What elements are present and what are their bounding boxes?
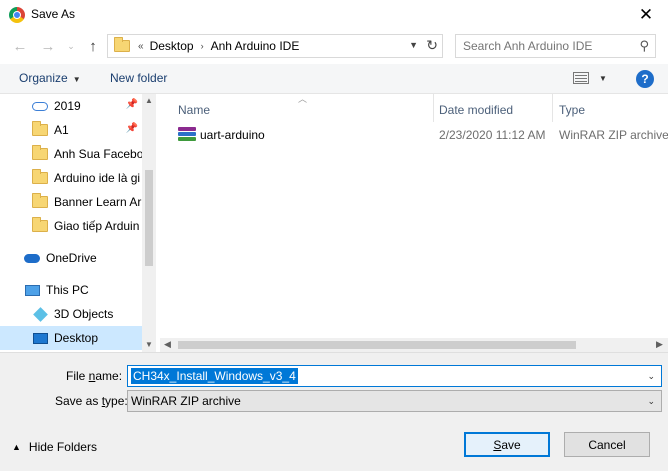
file-list: ︿ Name Date modified Type uart-arduino 2… bbox=[160, 94, 668, 352]
winrar-archive-icon bbox=[178, 127, 196, 143]
command-bar: Organize ▼ New folder ▼ ? bbox=[0, 64, 668, 94]
search-box[interactable]: ⚲ bbox=[455, 34, 656, 58]
recent-locations-icon[interactable]: ⌄ bbox=[60, 36, 82, 56]
onedrive-icon bbox=[24, 250, 40, 266]
refresh-icon[interactable]: ↻ bbox=[426, 37, 438, 54]
file-type: WinRAR ZIP archive bbox=[559, 128, 668, 142]
forward-icon[interactable]: → bbox=[37, 36, 59, 56]
folder-icon bbox=[32, 217, 48, 234]
new-folder-button[interactable]: New folder bbox=[110, 71, 167, 85]
scroll-left-icon[interactable]: ◀ bbox=[164, 339, 171, 350]
help-icon[interactable]: ? bbox=[636, 70, 654, 88]
file-row[interactable]: uart-arduino 2/23/2020 11:12 AM WinRAR Z… bbox=[168, 124, 668, 146]
this-pc-icon bbox=[24, 282, 40, 298]
up-icon[interactable]: ↑ bbox=[82, 36, 104, 56]
desktop-icon bbox=[32, 330, 48, 346]
chrome-icon bbox=[9, 7, 25, 23]
3d-objects-icon bbox=[32, 306, 48, 322]
search-icon: ⚲ bbox=[639, 38, 649, 53]
title-bar: Save As ✕ bbox=[0, 0, 668, 30]
scrollbar-thumb[interactable] bbox=[145, 170, 153, 266]
view-options-icon[interactable] bbox=[573, 72, 589, 84]
sidebar-item-anh-sua-facebo[interactable]: Anh Sua Facebo bbox=[0, 142, 142, 166]
sort-ascending-icon: ︿ bbox=[298, 94, 308, 104]
breadcrumb-desktop[interactable]: Desktop bbox=[150, 39, 194, 53]
navigation-pane: 2019 📌 A1 📌 Anh Sua Facebo Arduino ide l… bbox=[0, 94, 156, 352]
sidebar-item-desktop[interactable]: Desktop bbox=[0, 326, 142, 350]
scroll-down-icon[interactable]: ▼ bbox=[145, 340, 153, 349]
sidebar-item-giao-tiep[interactable]: Giao tiếp Arduin bbox=[0, 214, 142, 238]
sidebar-item-banner-learn[interactable]: Banner Learn Ar bbox=[0, 190, 142, 214]
file-name: uart-arduino bbox=[200, 128, 265, 142]
column-divider[interactable] bbox=[433, 94, 434, 122]
file-name-value[interactable]: CH34x_Install_Windows_v3_4 bbox=[131, 368, 298, 384]
chevron-right-icon[interactable]: › bbox=[201, 41, 204, 51]
back-icon[interactable]: ← bbox=[9, 36, 31, 56]
pin-icon: 📌 bbox=[125, 123, 138, 134]
chevron-down-icon[interactable]: ▼ bbox=[599, 74, 607, 83]
column-header-name[interactable]: Name bbox=[178, 98, 210, 122]
folder-icon bbox=[32, 145, 48, 162]
folder-icon bbox=[32, 193, 48, 210]
onedrive-folder-icon bbox=[32, 98, 48, 114]
sidebar-item-a1[interactable]: A1 📌 bbox=[0, 118, 142, 142]
file-date: 2/23/2020 11:12 AM bbox=[439, 128, 546, 142]
sidebar-item-2019[interactable]: 2019 📌 bbox=[0, 94, 142, 118]
column-header-type[interactable]: Type bbox=[559, 98, 585, 122]
folder-icon bbox=[32, 169, 48, 186]
file-name-input[interactable]: CH34x_Install_Windows_v3_4 ⌄ bbox=[127, 365, 662, 387]
column-divider[interactable] bbox=[552, 94, 553, 122]
sidebar-item-arduino-ide[interactable]: Arduino ide là gi bbox=[0, 166, 142, 190]
address-bar[interactable]: « Desktop › Anh Arduino IDE ▼ ↻ bbox=[107, 34, 443, 58]
scroll-right-icon[interactable]: ▶ bbox=[656, 339, 663, 350]
sidebar-item-3d-objects[interactable]: 3D Objects bbox=[0, 302, 142, 326]
window-title: Save As bbox=[31, 7, 76, 21]
scroll-up-icon[interactable]: ▲ bbox=[145, 96, 153, 105]
scrollbar-thumb[interactable] bbox=[178, 341, 576, 349]
save-form: File name: CH34x_Install_Windows_v3_4 ⌄ … bbox=[0, 352, 668, 471]
chevron-up-icon: ▲ bbox=[12, 442, 21, 452]
close-button[interactable]: ✕ bbox=[624, 0, 668, 30]
folder-icon bbox=[32, 121, 48, 138]
save-as-type-label: Save as type: bbox=[55, 394, 128, 408]
overflow-icon[interactable]: « bbox=[138, 41, 144, 52]
organize-button[interactable]: Organize ▼ bbox=[19, 71, 81, 85]
chevron-down-icon[interactable]: ⌄ bbox=[647, 371, 655, 382]
save-as-type-select[interactable]: WinRAR ZIP archive ⌄ bbox=[127, 390, 662, 412]
search-input[interactable] bbox=[456, 35, 626, 57]
breadcrumb-anh-arduino-ide[interactable]: Anh Arduino IDE bbox=[211, 39, 300, 53]
file-name-label: File name: bbox=[66, 369, 123, 383]
column-header-date-modified[interactable]: Date modified bbox=[439, 98, 513, 122]
horizontal-scrollbar[interactable]: ◀ ▶ bbox=[160, 338, 668, 352]
navigation-bar: ← → ⌄ ↑ « Desktop › Anh Arduino IDE ▼ ↻ … bbox=[0, 30, 668, 62]
save-as-type-value: WinRAR ZIP archive bbox=[131, 394, 241, 408]
sidebar-item-onedrive[interactable]: OneDrive bbox=[0, 246, 142, 270]
sidebar-item-this-pc[interactable]: This PC bbox=[0, 278, 142, 302]
chevron-down-icon[interactable]: ▼ bbox=[409, 40, 418, 50]
sidebar-scrollbar[interactable]: ▲ ▼ bbox=[142, 94, 156, 352]
save-button[interactable]: Save bbox=[464, 432, 550, 457]
pin-icon: 📌 bbox=[125, 99, 138, 110]
folder-icon bbox=[114, 37, 130, 52]
cancel-button[interactable]: Cancel bbox=[564, 432, 650, 457]
hide-folders-button[interactable]: ▲ Hide Folders bbox=[12, 440, 97, 454]
chevron-down-icon: ▼ bbox=[72, 75, 81, 84]
chevron-down-icon[interactable]: ⌄ bbox=[647, 396, 655, 407]
